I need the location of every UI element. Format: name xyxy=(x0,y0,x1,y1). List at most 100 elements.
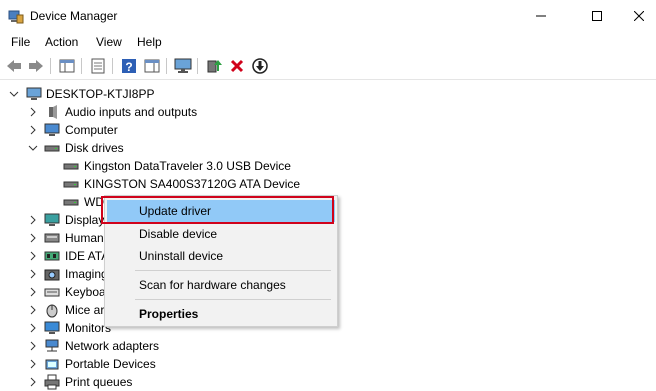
computer-icon xyxy=(26,87,42,100)
back-arrow-icon xyxy=(7,60,21,72)
printer-icon xyxy=(44,374,60,390)
console-tree-icon xyxy=(59,59,75,73)
chevron-down-icon[interactable] xyxy=(9,89,19,99)
tree-node-label: Imaging xyxy=(65,267,108,281)
update-driver-toolbar-button[interactable] xyxy=(205,57,223,75)
chevron-right-icon[interactable] xyxy=(28,125,38,135)
display-icon xyxy=(44,213,60,226)
chevron-right-icon[interactable] xyxy=(28,269,38,279)
tree-node-label: Keyboa xyxy=(65,285,106,299)
context-item-label: Properties xyxy=(139,307,199,321)
close-icon xyxy=(634,11,644,21)
tree-node-label: Computer xyxy=(65,123,118,137)
tree-device-kingston-usb[interactable]: Kingston DataTraveler 3.0 USB Device xyxy=(0,157,656,175)
chevron-right-icon[interactable] xyxy=(28,377,38,387)
properties-icon xyxy=(91,58,105,74)
tree-device-label: Kingston DataTraveler 3.0 USB Device xyxy=(84,159,291,173)
tree-node-label: Print queues xyxy=(65,375,133,389)
context-uninstall-device[interactable]: Uninstall device xyxy=(107,245,335,267)
drive-icon xyxy=(63,181,79,188)
network-icon xyxy=(45,339,59,352)
down-arrow-circle-icon xyxy=(252,58,268,74)
context-scan-hardware[interactable]: Scan for hardware changes xyxy=(107,274,335,296)
portable-device-icon xyxy=(45,359,59,370)
tree-node-label: Disk drives xyxy=(65,141,124,155)
enable-device-toolbar-button[interactable] xyxy=(251,57,269,75)
speaker-icon xyxy=(49,105,57,119)
update-driver-icon xyxy=(207,60,222,73)
menu-file[interactable]: File xyxy=(9,35,32,49)
context-item-label: Scan for hardware changes xyxy=(139,278,286,292)
tree-device-kingston-ata[interactable]: KINGSTON SA400S37120G ATA Device xyxy=(0,175,656,193)
help-toolbar-button[interactable]: ? xyxy=(120,57,138,75)
tree-node-label: Portable Devices xyxy=(65,357,156,371)
help-icon: ? xyxy=(122,59,136,74)
hid-icon xyxy=(44,233,60,243)
toolbar: ? xyxy=(0,53,656,80)
monitor-icon xyxy=(44,321,60,334)
mouse-icon xyxy=(46,304,58,318)
disk-drive-icon xyxy=(44,145,60,152)
maximize-icon xyxy=(592,11,602,21)
uninstall-device-toolbar-button[interactable] xyxy=(228,57,246,75)
chevron-right-icon[interactable] xyxy=(28,107,38,117)
computer-icon xyxy=(44,123,60,136)
chevron-right-icon[interactable] xyxy=(28,359,38,369)
menu-bar: File Action View Help xyxy=(0,32,656,52)
tree-root[interactable]: DESKTOP-KTJI8PP xyxy=(0,85,656,103)
camera-icon xyxy=(44,269,60,281)
title-bar: Device Manager xyxy=(0,0,656,32)
forward-button[interactable] xyxy=(27,57,45,75)
context-properties[interactable]: Properties xyxy=(107,303,335,325)
tree-node-label: Network adapters xyxy=(65,339,160,353)
menu-action[interactable]: Action xyxy=(43,35,80,49)
window-title: Device Manager xyxy=(30,9,118,23)
chevron-right-icon[interactable] xyxy=(28,215,38,225)
forward-arrow-icon xyxy=(29,60,43,72)
tree-node-label: Audio inputs and outputs xyxy=(65,105,198,119)
tree-node-label: IDE ATA xyxy=(65,249,110,263)
maximize-button[interactable] xyxy=(574,0,620,32)
context-item-label: Uninstall device xyxy=(139,249,224,263)
tree-device-label: KINGSTON SA400S37120G ATA Device xyxy=(84,177,301,191)
action-pane-icon xyxy=(144,59,160,73)
tree-node-audio[interactable]: Audio inputs and outputs xyxy=(0,103,656,121)
tree-node-label: Mice ar xyxy=(65,303,105,317)
minimize-button[interactable] xyxy=(518,0,564,32)
back-button[interactable] xyxy=(5,57,23,75)
context-separator xyxy=(135,299,331,300)
chevron-right-icon[interactable] xyxy=(28,251,38,261)
chevron-right-icon[interactable] xyxy=(28,341,38,351)
highlight-annotation-box xyxy=(101,196,334,224)
tree-root-label: DESKTOP-KTJI8PP xyxy=(46,87,155,101)
tree-node-network-adapters[interactable]: Network adapters xyxy=(0,337,656,355)
tree-node-portable-devices[interactable]: Portable Devices xyxy=(0,355,656,373)
ide-icon xyxy=(44,251,60,261)
properties-toolbar-button[interactable] xyxy=(89,57,107,75)
context-item-label: Disable device xyxy=(139,227,218,241)
show-hide-console-tree-button[interactable] xyxy=(58,57,76,75)
tree-node-computer[interactable]: Computer xyxy=(0,121,656,139)
chevron-right-icon[interactable] xyxy=(28,305,38,315)
monitor-scan-icon xyxy=(174,58,192,73)
red-x-icon xyxy=(230,59,244,73)
tree-node-label: Display xyxy=(65,213,105,227)
action-pane-button[interactable] xyxy=(143,57,161,75)
tree-node-label: Human xyxy=(65,231,104,245)
chevron-right-icon[interactable] xyxy=(28,233,38,243)
chevron-right-icon[interactable] xyxy=(28,323,38,333)
close-button[interactable] xyxy=(616,0,656,32)
scan-hardware-button[interactable] xyxy=(174,57,192,75)
context-disable-device[interactable]: Disable device xyxy=(107,223,335,245)
menu-help[interactable]: Help xyxy=(135,35,164,49)
chevron-right-icon[interactable] xyxy=(28,287,38,297)
minimize-icon xyxy=(536,15,546,17)
keyboard-icon xyxy=(44,288,60,297)
drive-icon xyxy=(63,199,79,206)
tree-node-disk-drives[interactable]: Disk drives xyxy=(0,139,656,157)
tree-node-print-queues[interactable]: Print queues xyxy=(0,373,656,391)
drive-icon xyxy=(63,163,79,170)
menu-view[interactable]: View xyxy=(94,35,124,49)
chevron-down-icon[interactable] xyxy=(28,143,38,153)
svg-text:?: ? xyxy=(125,60,132,74)
